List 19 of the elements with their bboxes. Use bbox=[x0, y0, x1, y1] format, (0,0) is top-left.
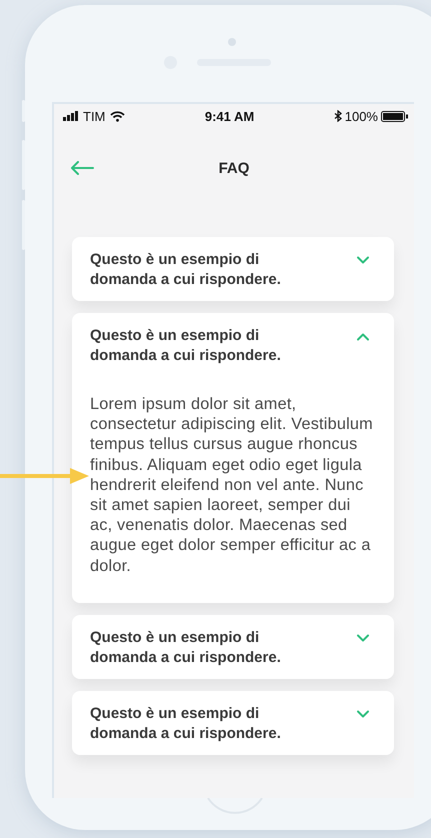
status-time: 9:41 AM bbox=[204, 108, 254, 124]
battery-icon bbox=[380, 110, 408, 122]
faq-question[interactable]: Questo è un esempio di domanda a cui rispondere. bbox=[90, 326, 376, 366]
faq-answer: Lorem ipsum dolor sit amet, consectetur adipiscing elit. Vestibulum tempus tellus cursus augue rhoncus finibus. Aliquam eget odio eget ligula hendrerit eleifend non vel ante. Nunc sit amet sapien laoreet, semper dui ac, venenatis dolor. Maecenas sed augue eget dolor semper efficitur ac a dolor. bbox=[90, 394, 374, 576]
page-title: FAQ bbox=[218, 160, 250, 176]
chevron-down-icon bbox=[356, 634, 370, 643]
bluetooth-icon bbox=[334, 110, 342, 122]
signal-icon bbox=[63, 111, 78, 121]
chevron-up-icon bbox=[356, 332, 370, 341]
carrier-name: TIM bbox=[83, 108, 106, 124]
faq-question[interactable]: Questo è un esempio di domanda a cui rispondere. bbox=[90, 628, 376, 668]
chevron-down-icon bbox=[356, 710, 370, 719]
camera-dot bbox=[228, 38, 236, 46]
chevron-down-icon bbox=[356, 256, 370, 265]
wifi-icon bbox=[110, 110, 126, 122]
battery-percent: 100% bbox=[344, 108, 378, 124]
faq-question[interactable]: Questo è un esempio di domanda a cui rispondere. bbox=[90, 250, 376, 290]
faq-question[interactable]: Questo è un esempio di domanda a cui rispondere. bbox=[90, 704, 376, 744]
back-arrow-icon bbox=[70, 161, 94, 175]
